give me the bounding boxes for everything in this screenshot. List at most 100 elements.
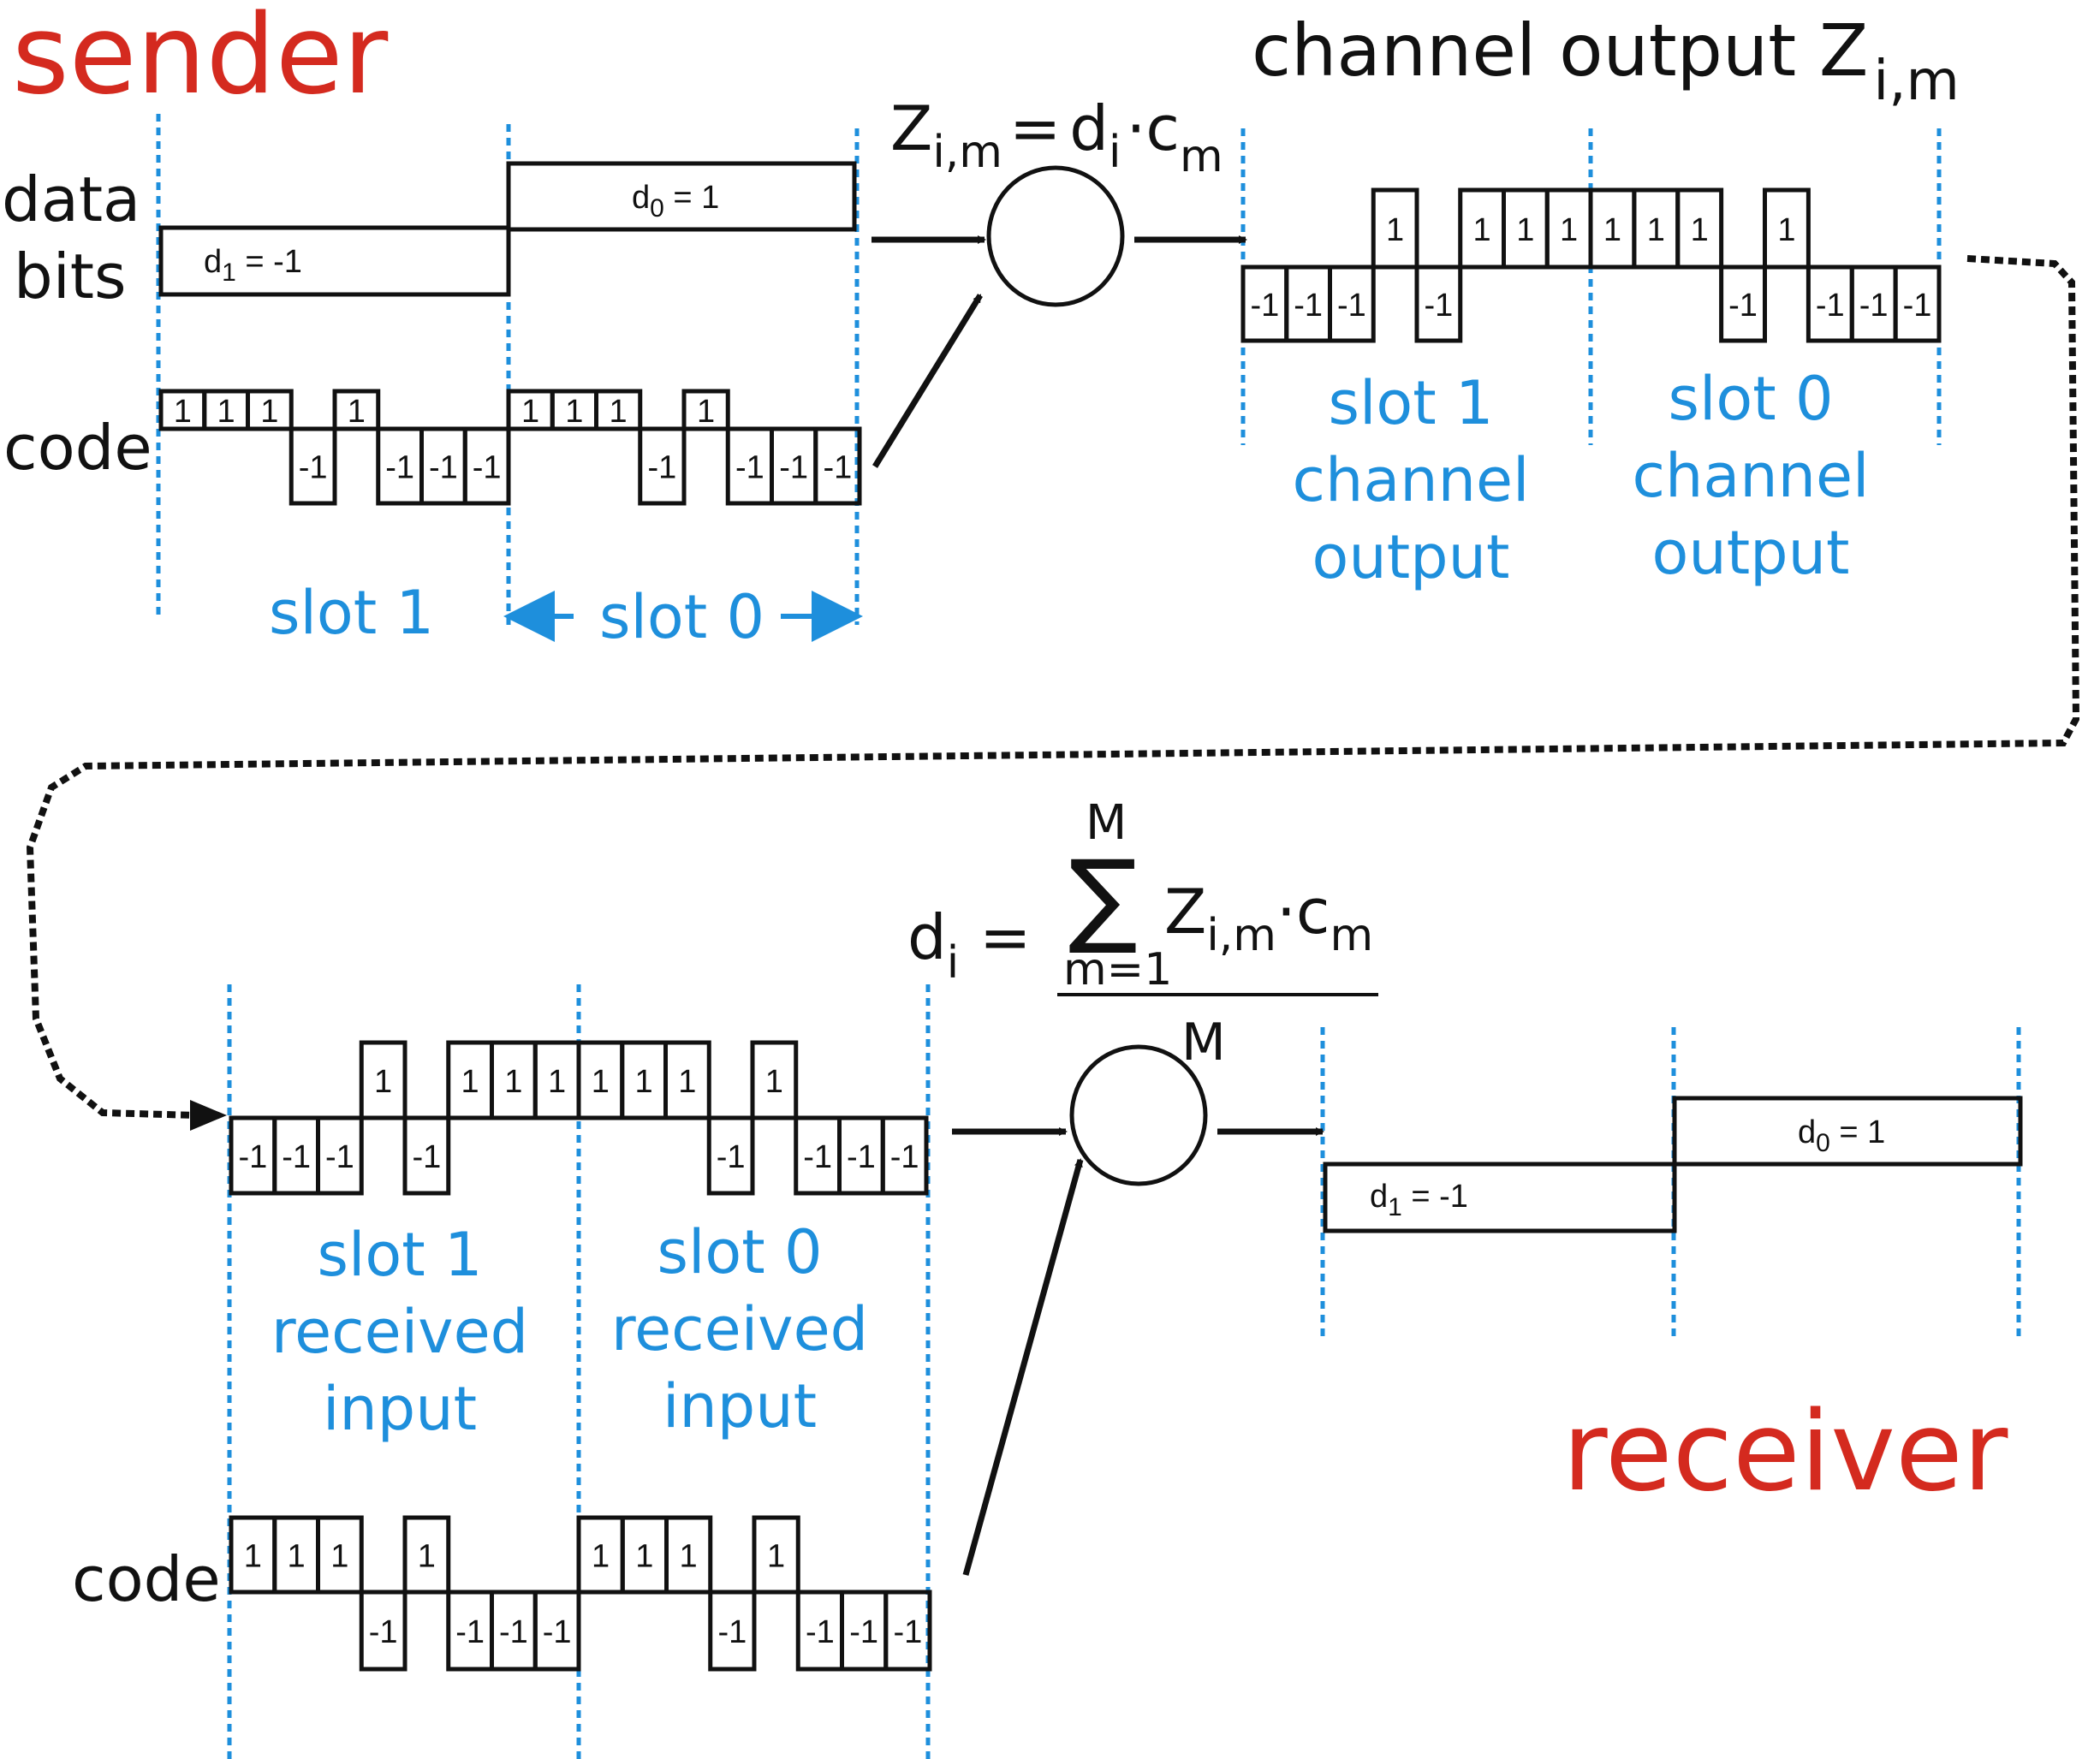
chip-value: -1 [823, 450, 852, 486]
chip-value: 1 [680, 1539, 698, 1575]
channel-slot1-label: slot 1 [1329, 368, 1494, 438]
decode-sigma: ∑ [1068, 839, 1138, 958]
chip-value: 1 [765, 1064, 783, 1100]
connector-arrowhead [190, 1100, 227, 1131]
chip-value: 1 [521, 394, 539, 430]
chip-value: 1 [260, 394, 278, 430]
data-bit-d1-label: d1 = -1 [204, 244, 302, 287]
received-input-slot1: -1 -1 -11-11 1 1 [229, 1040, 581, 1196]
sender-title: sender [12, 0, 389, 119]
chip-value: -1 [890, 1139, 919, 1175]
receiver-code-slot1: 1 1 1-11-1 -1 -1 [229, 1515, 581, 1672]
received-input-slot0: 1 1 1-11-1 -1 -1 [576, 1040, 929, 1196]
chip-value: -1 [1859, 288, 1889, 324]
received-slot0-label: received [611, 1294, 868, 1364]
chip-value: -1 [717, 1614, 747, 1650]
chip-value: -1 [385, 450, 414, 486]
chip-value: 1 [461, 1064, 479, 1100]
data-bit-d0-label: d0 = 1 [632, 180, 719, 223]
chip-value: -1 [369, 1614, 398, 1650]
chip-value: -1 [1728, 288, 1758, 324]
chip-value: 1 [288, 1539, 306, 1575]
received-slot0-label: slot 0 [657, 1217, 823, 1287]
chip-value: 1 [1691, 212, 1709, 248]
sender-slot1-label: slot 1 [269, 578, 434, 648]
chip-value: 1 [635, 1539, 653, 1575]
diagram-canvas: sender receiver data bits code code d1 =… [2, 0, 2080, 1759]
chip-value: -1 [735, 450, 764, 486]
data-bits-label-line1: data [2, 163, 140, 235]
chip-value: -1 [1337, 288, 1366, 324]
chip-value: -1 [847, 1139, 876, 1175]
chip-value: 1 [592, 1064, 610, 1100]
decoder-integrator-circle [1069, 1044, 1208, 1186]
chip-value: 1 [767, 1539, 785, 1575]
received-slot1-label: input [323, 1374, 477, 1444]
chip-value: 1 [174, 394, 192, 430]
chip-value: -1 [806, 1614, 835, 1650]
received-slot1-label: slot 1 [318, 1220, 483, 1290]
sender-code-slot1: 1 1 1-11-1 -1 -1 [158, 389, 511, 506]
chip-value: -1 [1816, 288, 1845, 324]
chip-value: 1 [610, 394, 628, 430]
chip-value: 1 [1560, 212, 1578, 248]
chip-value: -1 [717, 1139, 746, 1175]
channel-output-title: channel output Zi,m [1252, 9, 1960, 113]
chip-value: 1 [565, 394, 583, 430]
chip-value: 1 [330, 1539, 348, 1575]
chip-value: 1 [1516, 212, 1534, 248]
arrow-code-to-decoder [962, 1158, 1084, 1576]
chip-value: -1 [803, 1139, 832, 1175]
chip-value: 1 [1473, 212, 1491, 248]
chip-value: -1 [299, 450, 328, 486]
cdma-diagram: sender receiver data bits code code d1 =… [0, 0, 2100, 1759]
channel-slot0-label: output [1652, 518, 1850, 588]
sender-slot0-label: slot 0 [599, 582, 764, 652]
chip-value: -1 [1294, 288, 1323, 324]
chip-value: -1 [647, 450, 676, 486]
chip-value: 1 [592, 1539, 610, 1575]
channel-slot1-label: channel [1293, 445, 1530, 515]
recovered-d1-label: d1 = -1 [1370, 1179, 1468, 1221]
chip-value: 1 [1386, 212, 1404, 248]
chip-value: -1 [282, 1139, 311, 1175]
chip-value: 1 [217, 394, 235, 430]
received-slot0-label: input [663, 1371, 817, 1441]
chip-value: 1 [548, 1064, 566, 1100]
chip-value: -1 [543, 1614, 572, 1650]
chip-value: 1 [1603, 212, 1621, 248]
decode-formula-lhs: di = [907, 901, 1031, 989]
chip-value: 1 [418, 1539, 436, 1575]
chip-value: -1 [779, 450, 808, 486]
chip-value: 1 [244, 1539, 262, 1575]
chip-value: -1 [849, 1614, 878, 1650]
recovered-d0-label: d0 = 1 [1798, 1114, 1885, 1157]
chip-value: -1 [412, 1139, 441, 1175]
encoder-multiplier-circle [986, 165, 1125, 307]
chip-value: 1 [678, 1064, 696, 1100]
channel-slot0-label: slot 0 [1669, 364, 1834, 434]
decode-denominator: M [1181, 1013, 1226, 1073]
decode-summand: Zi,m·cm [1164, 876, 1373, 961]
chip-value: -1 [893, 1614, 922, 1650]
chip-value: -1 [1903, 288, 1932, 324]
channel-output-slot0: 1 1 1-11-1 -1 -1 [1588, 187, 1942, 343]
chip-value: 1 [697, 394, 715, 430]
chip-value: 1 [348, 394, 366, 430]
chip-value: -1 [238, 1139, 267, 1175]
sender-code-slot0: 1 1 1-11-1 -1 -1 [506, 389, 862, 506]
chip-value: -1 [325, 1139, 354, 1175]
chip-value: 1 [1777, 212, 1795, 248]
received-slot1-label: received [271, 1297, 528, 1367]
chip-value: -1 [1424, 288, 1453, 324]
channel-slot1-label: output [1312, 522, 1510, 592]
code-label: code [3, 412, 152, 484]
channel-slot0-label: channel [1633, 441, 1870, 511]
chip-value: 1 [635, 1064, 653, 1100]
code-receiver-label: code [72, 1543, 221, 1615]
chip-value: -1 [473, 450, 502, 486]
chip-value: -1 [499, 1614, 528, 1650]
receiver-title: receiver [1562, 1388, 2008, 1516]
chip-value: -1 [1250, 288, 1279, 324]
channel-output-slot1: -1 -1 -11-11 1 1 [1240, 187, 1593, 343]
